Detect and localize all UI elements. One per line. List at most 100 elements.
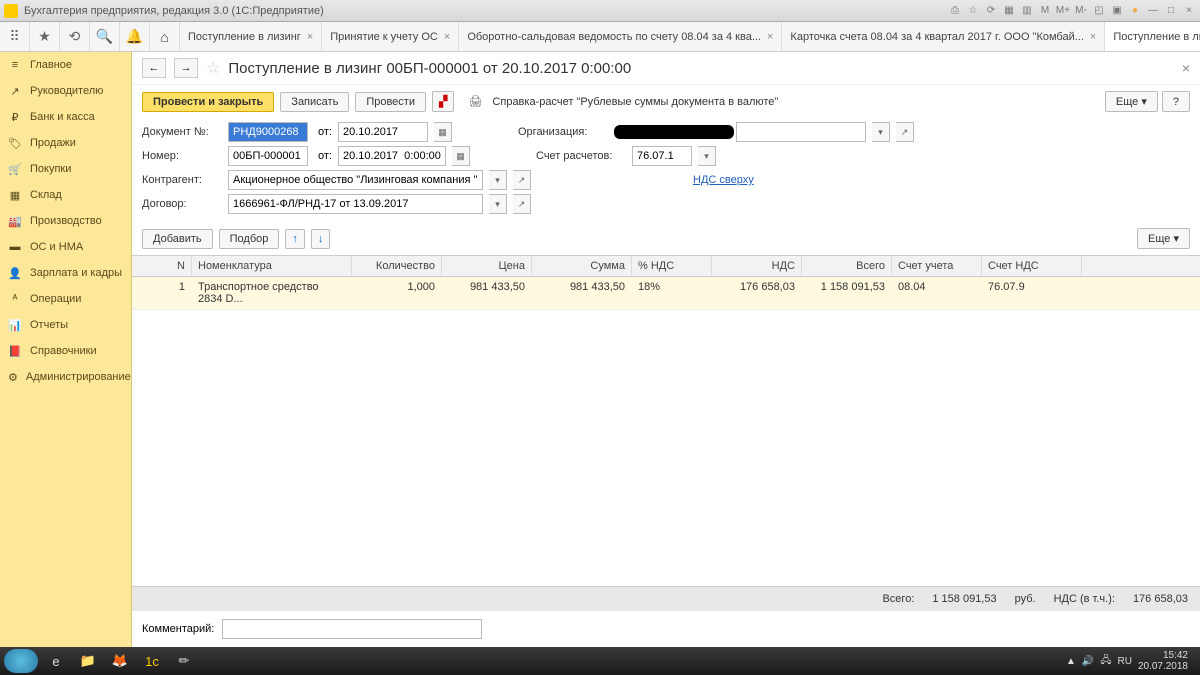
doc-no-input[interactable] (228, 122, 308, 142)
grid-row[interactable]: 1 Транспортное средство 2834 D... 1,000 … (132, 277, 1200, 310)
sidebar-item-manager[interactable]: ↗Руководителю (0, 78, 131, 104)
number-input[interactable] (228, 146, 308, 166)
home-icon[interactable]: ⌂ (150, 22, 180, 51)
col-price[interactable]: Цена (442, 256, 532, 276)
sidebar-item-assets[interactable]: ▬ОС и НМА (0, 234, 131, 260)
open-icon[interactable]: ↗ (513, 170, 531, 190)
calendar-icon[interactable]: ▦ (452, 146, 470, 166)
comment-row: Комментарий: (132, 611, 1200, 647)
dropdown-icon[interactable]: ▾ (489, 194, 507, 214)
sys-icon[interactable]: ● (1128, 4, 1142, 18)
post-and-close-button[interactable]: Провести и закрыть (142, 92, 274, 112)
tab-active[interactable]: Поступление в лизинг 00БП-000001 от 20.1… (1105, 22, 1200, 51)
col-acc2[interactable]: Счет НДС (982, 256, 1082, 276)
col-pnds[interactable]: % НДС (632, 256, 712, 276)
close-icon[interactable]: × (1182, 4, 1196, 18)
firefox-icon[interactable]: 🦊 (106, 649, 134, 673)
col-qty[interactable]: Количество (352, 256, 442, 276)
counterparty-input[interactable] (228, 170, 483, 190)
sys-icon[interactable]: ▣ (1110, 4, 1124, 18)
col-n[interactable]: N (132, 256, 192, 276)
col-acc1[interactable]: Счет учета (892, 256, 982, 276)
doc-close-icon[interactable]: × (1182, 60, 1190, 76)
history-icon[interactable]: ⟲ (60, 22, 90, 51)
tab-close-icon[interactable]: × (444, 31, 450, 43)
sys-icon[interactable]: ☆ (966, 4, 980, 18)
sys-icon[interactable]: M- (1074, 4, 1088, 18)
sidebar-item-hr[interactable]: 👤Зарплата и кадры (0, 260, 131, 286)
col-nom[interactable]: Номенклатура (192, 256, 352, 276)
sys-icon[interactable]: ▦ (1002, 4, 1016, 18)
select-button[interactable]: Подбор (219, 229, 280, 249)
nds-link[interactable]: НДС сверху (693, 174, 754, 186)
col-nds[interactable]: НДС (712, 256, 802, 276)
open-icon[interactable]: ↗ (513, 194, 531, 214)
sidebar-item-sales[interactable]: 🏷Продажи (0, 130, 131, 156)
sidebar-item-warehouse[interactable]: ▦Склад (0, 182, 131, 208)
1c-icon[interactable]: 1c (138, 649, 166, 673)
start-button[interactable] (4, 649, 38, 673)
calendar-icon[interactable]: ▦ (434, 122, 452, 142)
dropdown-icon[interactable]: ▾ (489, 170, 507, 190)
tab[interactable]: Поступление в лизинг× (180, 22, 322, 51)
apps-icon[interactable]: ⠿ (0, 22, 30, 51)
sys-icon[interactable]: ⟳ (984, 4, 998, 18)
sidebar-item-reports[interactable]: 📊Отчеты (0, 312, 131, 338)
favorite-icon[interactable]: ☆ (206, 58, 220, 78)
add-button[interactable]: Добавить (142, 229, 213, 249)
bell-icon[interactable]: 🔔 (120, 22, 150, 51)
sidebar-item-production[interactable]: 🏭Производство (0, 208, 131, 234)
tray-icon[interactable]: ▲ (1066, 656, 1076, 667)
tab-close-icon[interactable]: × (307, 31, 313, 43)
open-icon[interactable]: ↗ (896, 122, 914, 142)
col-total[interactable]: Всего (802, 256, 892, 276)
tab[interactable]: Карточка счета 08.04 за 4 квартал 2017 г… (782, 22, 1105, 51)
sidebar-item-operations[interactable]: ᴬОперации (0, 286, 131, 312)
move-down-button[interactable]: ↓ (311, 229, 331, 249)
minimize-icon[interactable]: — (1146, 4, 1160, 18)
forward-button[interactable]: → (174, 58, 198, 78)
print-link[interactable]: Справка-расчет "Рублевые суммы документа… (488, 96, 778, 108)
search-icon[interactable]: 🔍 (90, 22, 120, 51)
tab[interactable]: Принятие к учету ОС× (322, 22, 459, 51)
more-button[interactable]: Еще ▾ (1137, 228, 1190, 249)
back-button[interactable]: ← (142, 58, 166, 78)
save-button[interactable]: Записать (280, 92, 349, 112)
movements-button[interactable]: ▞ (432, 91, 454, 112)
move-up-button[interactable]: ↑ (285, 229, 305, 249)
clock[interactable]: 15:42 20.07.2018 (1138, 650, 1188, 672)
sidebar-item-admin[interactable]: ⚙Администрирование (0, 364, 131, 390)
tray-icon[interactable]: 🔊 (1082, 656, 1094, 667)
datetime-input[interactable] (338, 146, 446, 166)
contract-input[interactable] (228, 194, 483, 214)
help-button[interactable]: ? (1162, 91, 1190, 112)
org-input[interactable] (736, 122, 866, 142)
dropdown-icon[interactable]: ▾ (872, 122, 890, 142)
col-sum[interactable]: Сумма (532, 256, 632, 276)
app-icon[interactable]: ✏ (170, 649, 198, 673)
maximize-icon[interactable]: □ (1164, 4, 1178, 18)
tab-close-icon[interactable]: × (1090, 31, 1096, 43)
more-button[interactable]: Еще ▾ (1105, 91, 1158, 112)
sys-icon[interactable]: M+ (1056, 4, 1070, 18)
tab[interactable]: Оборотно-сальдовая ведомость по счету 08… (459, 22, 782, 51)
tab-close-icon[interactable]: × (767, 31, 773, 43)
sys-icon[interactable]: M (1038, 4, 1052, 18)
sys-icon[interactable]: ⎙ (948, 4, 962, 18)
dropdown-icon[interactable]: ▾ (698, 146, 716, 166)
post-button[interactable]: Провести (355, 92, 426, 112)
date-input[interactable] (338, 122, 428, 142)
sys-icon[interactable]: ▥ (1020, 4, 1034, 18)
sys-icon[interactable]: ◰ (1092, 4, 1106, 18)
comment-input[interactable] (222, 619, 482, 639)
sidebar-item-purchases[interactable]: 🛒Покупки (0, 156, 131, 182)
sidebar-item-main[interactable]: ≡Главное (0, 52, 131, 78)
lang-indicator[interactable]: RU (1117, 656, 1131, 667)
ie-icon[interactable]: e (42, 649, 70, 673)
tray-icon[interactable]: 🖧 (1100, 653, 1111, 670)
sidebar-item-refs[interactable]: 📕Справочники (0, 338, 131, 364)
explorer-icon[interactable]: 📁 (74, 649, 102, 673)
account-input[interactable] (632, 146, 692, 166)
star-icon[interactable]: ★ (30, 22, 60, 51)
sidebar-item-bank[interactable]: ₽Банк и касса (0, 104, 131, 130)
